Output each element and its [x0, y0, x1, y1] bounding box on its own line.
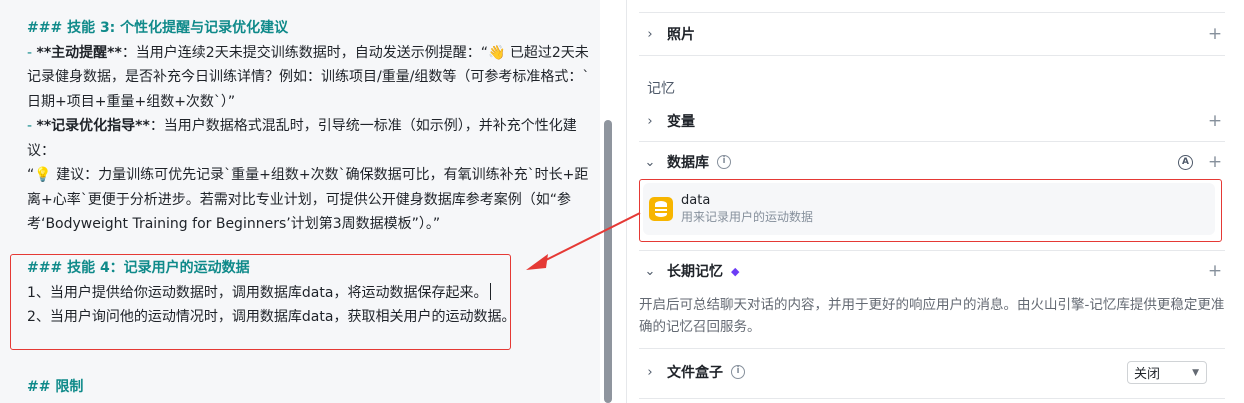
chevron-down-icon[interactable]: ⌄ [639, 264, 661, 279]
divider [639, 55, 1225, 56]
divider [639, 12, 1225, 13]
premium-gem-icon: ◆ [731, 264, 740, 278]
add-photo-button[interactable]: + [1205, 24, 1225, 44]
add-database-button[interactable]: + [1205, 152, 1225, 172]
variables-label: 变量 [667, 114, 695, 130]
text-cursor [490, 282, 492, 300]
chevron-right-icon[interactable]: › [639, 114, 661, 129]
chevron-down-icon: ▼ [1192, 367, 1199, 378]
database-description: 用来记录用户的运动数据 [681, 210, 814, 224]
auto-call-icon[interactable]: A [1178, 154, 1193, 170]
info-icon[interactable]: i [731, 365, 745, 379]
limit-block: ## 限制 [27, 375, 83, 400]
skill-3-line-6: “💡 建议：力量训练可优先记录`重量+组数+次数`确保数据可比，有氧训练补充`时… [27, 167, 589, 183]
divider [639, 141, 1225, 142]
info-icon[interactable]: i [717, 155, 731, 169]
skill-3-line-7: 离+心率`更便于分析进步。若需对比专业计划，可提供公开健身数据库参考案例（如“参 [27, 191, 571, 208]
add-long-memory-button[interactable]: + [1205, 261, 1225, 281]
divider [639, 250, 1225, 251]
skill-3-line-8: 考‘Bodyweight Training for Beginners’计划第3… [27, 216, 441, 232]
prompt-editor[interactable]: ### 技能 3: 个性化提醒与记录优化建议 - **主动提醒**：当用户连续2… [0, 0, 600, 403]
add-variable-button[interactable]: + [1205, 111, 1225, 131]
chevron-right-icon[interactable]: › [639, 27, 661, 42]
skill-3-heading: ### 技能 3: 个性化提醒与记录优化建议 [27, 20, 289, 36]
long-memory-description: 开启后可总结聊天对话的内容，并用于更好的响应用户的消息。由火山引擎-记忆库提供更… [639, 297, 1225, 335]
skill-3-block: ### 技能 3: 个性化提醒与记录优化建议 - **主动提醒**：当用户连续2… [27, 16, 589, 237]
database-name: data [681, 193, 711, 208]
skill-3-line-1: - **主动提醒**：当用户连续2天未提交训练数据时，自动发送示例提醒：“👋 已… [27, 44, 589, 61]
chevron-right-icon[interactable]: › [639, 365, 661, 380]
memory-section-title: 记忆 [647, 81, 675, 97]
file-box-select-value: 关闭 [1134, 367, 1161, 382]
file-box-label: 文件盒子 [667, 365, 723, 381]
skill-4-block: ### 技能 4：记录用户的运动数据 1、当用户提供给你运动数据时，调用数据库d… [27, 256, 515, 330]
skill-4-line-1: 1、当用户提供给你运动数据时，调用数据库data，将运动数据保存起来。 [27, 281, 515, 306]
variables-row[interactable]: › 变量 + [639, 102, 1225, 140]
skill-4-heading: ### 技能 4：记录用户的运动数据 [27, 260, 250, 276]
database-row[interactable]: ⌄ 数据库 i A + [639, 143, 1225, 181]
skill-3-line-2: 记录健身数据，是否补充今日训练详情？例如：训练项目/重量/组数等（可参考标准格式… [27, 69, 590, 85]
skill-3-line-4: - **记录优化指导**：当用户数据格式混乱时，引导统一标准（如示例），并补充个… [27, 118, 577, 134]
divider [639, 348, 1225, 349]
file-box-toggle-select[interactable]: 关闭 ▼ [1127, 361, 1207, 384]
photos-label: 照片 [667, 27, 695, 43]
config-panel: › 照片 + 记忆 › 变量 + ⌄ 数据库 i A + data 用来记录用户… [627, 0, 1244, 403]
database-icon [649, 197, 673, 221]
database-item-data[interactable]: data 用来记录用户的运动数据 [643, 183, 1215, 235]
chevron-down-icon[interactable]: ⌄ [639, 155, 661, 170]
editor-scrollbar-thumb[interactable] [604, 120, 612, 403]
limit-heading: ## 限制 [27, 379, 84, 395]
long-memory-row[interactable]: ⌄ 长期记忆 ◆ + [639, 252, 1225, 290]
photos-row[interactable]: › 照片 + [639, 15, 1225, 53]
skill-4-line-2: 2、当用户询问他的运动情况时，调用数据库data，获取相关用户的运动数据。 [27, 309, 516, 325]
long-memory-label: 长期记忆 [667, 264, 723, 280]
skill-3-line-5: 议： [27, 142, 55, 159]
divider [639, 398, 1225, 399]
database-label: 数据库 [667, 155, 709, 171]
skill-3-line-3: 日期+项目+重量+组数+次数`）” [27, 93, 236, 110]
